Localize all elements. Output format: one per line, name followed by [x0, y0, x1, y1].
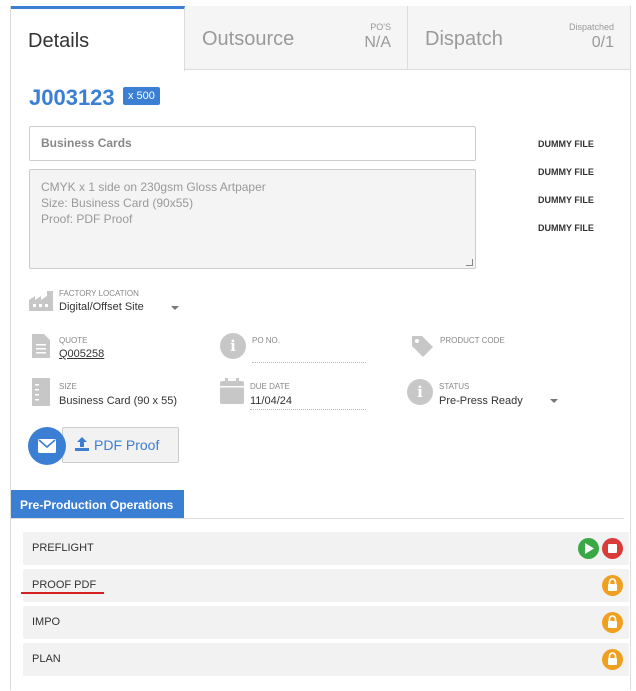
quantity-badge: x 500 — [123, 87, 160, 105]
tab-dispatch[interactable]: Dispatch Dispatched 0/1 — [408, 6, 630, 70]
chevron-down-icon[interactable] — [550, 399, 558, 403]
outsource-po-title: PO'S — [370, 22, 391, 32]
operation-label: IMPO — [32, 616, 61, 628]
lock-icon[interactable] — [602, 575, 623, 596]
tag-icon — [412, 336, 433, 357]
description-line: CMYK x 1 side on 230gsm Gloss Artpaper — [41, 180, 266, 194]
info-icon: i — [407, 379, 433, 405]
tab-outsource-label: Outsource — [202, 28, 295, 50]
quote-field: QUOTE Q005258 — [29, 332, 199, 366]
file-link[interactable]: DUMMY FILE — [538, 167, 608, 195]
file-list: DUMMY FILE DUMMY FILE DUMMY FILE DUMMY F… — [538, 139, 608, 251]
description-line: Proof: PDF Proof — [41, 212, 133, 226]
due-date-underline — [250, 409, 366, 410]
info-icon: i — [220, 333, 246, 359]
size-field: SIZE Business Card (90 x 55) — [29, 378, 209, 412]
pdf-proof-button[interactable]: PDF Proof — [62, 427, 179, 463]
pdf-proof-label: PDF Proof — [94, 437, 160, 453]
tab-bar: Details Outsource PO'S N/A Dispatch Disp… — [11, 6, 630, 71]
calendar-icon — [220, 378, 244, 404]
quote-link[interactable]: Q005258 — [59, 348, 104, 360]
operation-label: PROOF PDF — [32, 579, 97, 591]
chevron-down-icon[interactable] — [171, 306, 179, 310]
document-icon — [32, 378, 50, 406]
size-label: SIZE — [59, 382, 77, 391]
tab-details-label: Details — [28, 30, 90, 52]
factory-location-field: FACTORY LOCATION Digital/Offset Site — [29, 287, 209, 319]
quote-label: QUOTE — [59, 336, 88, 345]
operation-label: PREFLIGHT — [32, 542, 94, 554]
operation-label: PLAN — [32, 653, 61, 665]
product-code-field: PRODUCT CODE — [410, 332, 610, 366]
document-icon — [32, 334, 50, 358]
file-link[interactable]: DUMMY FILE — [538, 195, 608, 223]
po-number-underline — [252, 362, 366, 363]
status-label: STATUS — [439, 382, 470, 391]
section-divider — [11, 518, 624, 519]
tab-dispatch-label: Dispatch — [425, 28, 503, 50]
po-number-field: i PO NO. — [220, 332, 380, 366]
operation-row[interactable]: PROOF PDF — [23, 569, 629, 602]
operation-row[interactable]: IMPO — [23, 606, 629, 639]
play-icon[interactable] — [578, 538, 599, 559]
mail-icon — [38, 439, 56, 453]
upload-icon — [75, 437, 89, 451]
stop-icon[interactable] — [602, 538, 623, 559]
section-tab-pre-production[interactable]: Pre-Production Operations — [11, 490, 184, 519]
status-field: i STATUS Pre-Press Ready — [407, 378, 577, 412]
lock-icon[interactable] — [602, 612, 623, 633]
factory-icon — [29, 291, 53, 311]
lock-icon[interactable] — [602, 649, 623, 670]
factory-location-label: FACTORY LOCATION — [59, 289, 139, 298]
job-title-input[interactable]: Business Cards — [29, 126, 476, 161]
file-link[interactable]: DUMMY FILE — [538, 223, 608, 251]
resize-grip-icon[interactable] — [466, 259, 473, 266]
dispatch-count-title: Dispatched — [568, 22, 614, 32]
operation-row[interactable]: PLAN — [23, 643, 629, 676]
job-details-panel: Details Outsource PO'S N/A Dispatch Disp… — [10, 6, 631, 690]
product-code-label: PRODUCT CODE — [440, 336, 505, 345]
file-link[interactable]: DUMMY FILE — [538, 139, 608, 167]
due-date-field: DUE DATE 11/04/24 — [220, 378, 380, 412]
outsource-po-value: N/A — [364, 34, 391, 51]
size-value[interactable]: Business Card (90 x 55) — [59, 395, 177, 407]
due-date-label: DUE DATE — [250, 382, 290, 391]
status-select[interactable]: Pre-Press Ready — [439, 395, 523, 407]
tab-outsource[interactable]: Outsource PO'S N/A — [185, 6, 408, 70]
job-description-textarea[interactable]: CMYK x 1 side on 230gsm Gloss Artpaper S… — [29, 169, 476, 269]
job-number: J003123 — [29, 85, 115, 110]
operation-row[interactable]: PREFLIGHT — [23, 532, 629, 565]
factory-location-select[interactable]: Digital/Offset Site — [59, 301, 144, 313]
tab-details[interactable]: Details — [11, 6, 185, 71]
email-proof-button[interactable] — [28, 427, 66, 465]
annotation-underline — [21, 592, 104, 594]
due-date-input[interactable]: 11/04/24 — [250, 395, 292, 407]
dispatch-count-value: 0/1 — [591, 34, 614, 51]
description-line: Size: Business Card (90x55) — [41, 196, 194, 210]
po-number-label: PO NO. — [252, 336, 281, 345]
